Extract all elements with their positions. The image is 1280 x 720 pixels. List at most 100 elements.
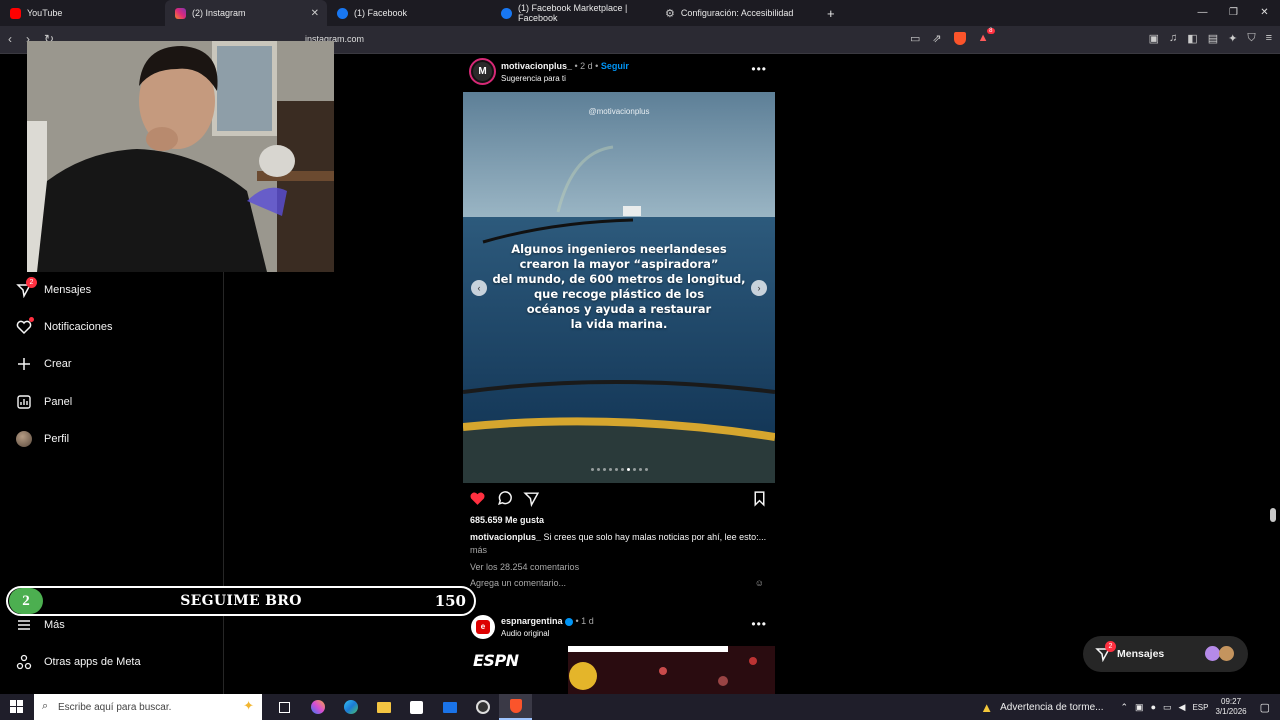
- tab-facebook-marketplace[interactable]: (1) Facebook Marketplace | Facebook: [491, 0, 655, 26]
- more-caption-link[interactable]: más: [470, 545, 487, 555]
- store-icon[interactable]: [400, 694, 433, 720]
- instagram-page: 2 Mensajes Notificaciones Crear Panel Pe…: [0, 41, 1280, 694]
- copilot-icon[interactable]: [301, 694, 334, 720]
- scrollbar-thumb[interactable]: [1270, 508, 1276, 522]
- weather-notice[interactable]: Advertencia de torme...: [1000, 702, 1103, 713]
- volume-icon[interactable]: ◀: [1179, 702, 1186, 713]
- post2-image[interactable]: ESPN: [463, 646, 775, 694]
- brave-taskbar-icon[interactable]: [499, 694, 532, 720]
- post-watermark: @motivacionplus: [588, 107, 650, 116]
- sidebar-item-label: Panel: [44, 396, 73, 408]
- network-icon[interactable]: ▭: [1163, 702, 1172, 713]
- minimize-button[interactable]: —: [1187, 0, 1218, 26]
- post2-audio[interactable]: Audio original: [501, 629, 549, 638]
- carousel-dot: [608, 468, 612, 471]
- taskbar-search[interactable]: ⌕ Escribe aquí para buscar. ✦: [34, 694, 262, 720]
- carousel-next-button[interactable]: ›: [751, 280, 767, 296]
- carousel-dot: [614, 468, 618, 471]
- like-button[interactable]: [469, 490, 487, 508]
- task-view-icon[interactable]: [268, 694, 301, 720]
- banner-text: SEGUIME BRO: [180, 593, 302, 609]
- share-button[interactable]: [523, 490, 541, 508]
- edge-icon[interactable]: [334, 694, 367, 720]
- sidebar-item-label: Otras apps de Meta: [44, 656, 141, 668]
- restore-button[interactable]: ❐: [1218, 0, 1249, 26]
- windows-start-icon[interactable]: [10, 700, 23, 713]
- sparkle-icon: ✦: [243, 698, 254, 713]
- post-username[interactable]: motivacionplus_: [501, 61, 572, 71]
- extensions-icon[interactable]: ▣: [1149, 32, 1159, 45]
- wallet-icon[interactable]: ▤: [1208, 32, 1218, 45]
- facebook-icon: [501, 7, 512, 19]
- meta-apps-icon: [16, 654, 32, 670]
- sidebar-item-label: Notificaciones: [44, 321, 113, 333]
- close-tab-icon[interactable]: ✕: [311, 8, 319, 19]
- sidebar-item-more[interactable]: Más: [16, 617, 65, 633]
- sidebar-item-panel[interactable]: Panel: [16, 394, 72, 410]
- close-window-button[interactable]: ✕: [1249, 0, 1280, 26]
- brave-rewards-icon[interactable]: ▲ 8: [978, 28, 995, 45]
- new-tab-button[interactable]: +: [817, 0, 857, 26]
- carousel-dot: [638, 468, 642, 471]
- cast-icon[interactable]: ▭: [910, 32, 920, 45]
- vpn-icon[interactable]: ⛉: [1247, 32, 1255, 45]
- post-username-line: motivacionplus_ • 2 d • Seguir: [501, 61, 629, 71]
- tab-label: Configuración: Accesibilidad: [680, 8, 794, 18]
- mail-icon[interactable]: [433, 694, 466, 720]
- music-icon[interactable]: ♫: [1169, 32, 1177, 45]
- chevron-up-icon[interactable]: ⌃: [1121, 702, 1129, 713]
- view-comments-link[interactable]: Ver los 28.254 comentarios: [470, 562, 579, 572]
- menu-icon[interactable]: ≡: [1266, 32, 1272, 45]
- brave-shield-icon[interactable]: [953, 32, 966, 45]
- post-actions: [469, 490, 775, 508]
- messages-icon: 2: [16, 277, 37, 299]
- clock[interactable]: 09:27 3/1/2026: [1215, 697, 1246, 717]
- carousel-indicator: [463, 468, 775, 471]
- post-image[interactable]: @motivacionplus Algunos ingenieros neerl…: [463, 92, 775, 483]
- notifications-icon[interactable]: ▢: [1260, 701, 1270, 714]
- leo-ai-icon[interactable]: ✦: [1228, 32, 1237, 45]
- carousel-dot: [596, 468, 600, 471]
- tab-label: (1) Facebook Marketplace | Facebook: [518, 3, 628, 23]
- post-time: • 2 d •: [572, 61, 601, 71]
- tab-instagram[interactable]: (2) Instagram ✕: [165, 0, 327, 26]
- post2-username[interactable]: espnargentina: [501, 616, 563, 626]
- language-indicator[interactable]: ESP: [1192, 703, 1208, 712]
- sidebar-item-notifications[interactable]: Notificaciones: [16, 317, 113, 335]
- avatar: [1219, 646, 1234, 661]
- comment-input[interactable]: Agrega un comentario... ☺: [470, 578, 770, 588]
- microphone-icon[interactable]: ●: [1151, 702, 1156, 712]
- gear-icon: ⚙: [665, 7, 675, 20]
- likes-count[interactable]: 685.659 Me gusta: [470, 515, 544, 525]
- tray-app-icon[interactable]: ▣: [1135, 702, 1144, 713]
- stream-follow-banner: 2 SEGUIME BRO 150: [6, 586, 476, 616]
- messages-floating-button[interactable]: 2 Mensajes: [1083, 636, 1248, 672]
- bookmark-button[interactable]: [751, 490, 769, 508]
- sidebar-item-messages[interactable]: 2 Mensajes: [16, 277, 92, 299]
- sidebar-toggle-icon[interactable]: ◧: [1187, 32, 1197, 45]
- emoji-icon[interactable]: ☺: [755, 578, 764, 588]
- sidebar-item-label: Más: [44, 619, 65, 631]
- sidebar-item-meta-apps[interactable]: Otras apps de Meta: [16, 654, 141, 670]
- messages-icon: 2: [1095, 641, 1116, 667]
- comment-button[interactable]: [496, 490, 514, 508]
- chart-icon: [16, 394, 32, 410]
- follow-button[interactable]: Seguir: [601, 61, 629, 71]
- share-icon[interactable]: ⇗: [932, 32, 941, 45]
- sidebar-item-create[interactable]: Crear: [16, 356, 72, 372]
- file-explorer-icon[interactable]: [367, 694, 400, 720]
- sidebar-item-profile[interactable]: Perfil: [16, 431, 69, 447]
- tab-settings-accessibility[interactable]: ⚙ Configuración: Accesibilidad: [655, 0, 817, 26]
- more-options-icon[interactable]: •••: [751, 62, 767, 76]
- post2-header: e espnargentina • 1 d Audio original •••: [469, 613, 775, 641]
- back-button[interactable]: ‹: [8, 32, 12, 46]
- post2-avatar[interactable]: e: [471, 615, 495, 639]
- sidebar-item-label: Mensajes: [44, 284, 92, 296]
- post-caption: motivacionplus_ Si crees que solo hay ma…: [470, 532, 767, 542]
- more-options-icon[interactable]: •••: [751, 617, 767, 631]
- obs-icon[interactable]: [466, 694, 499, 720]
- post-avatar[interactable]: M: [469, 58, 496, 85]
- carousel-prev-button[interactable]: ‹: [471, 280, 487, 296]
- tab-youtube[interactable]: YouTube: [0, 0, 165, 26]
- tab-facebook[interactable]: (1) Facebook: [327, 0, 491, 26]
